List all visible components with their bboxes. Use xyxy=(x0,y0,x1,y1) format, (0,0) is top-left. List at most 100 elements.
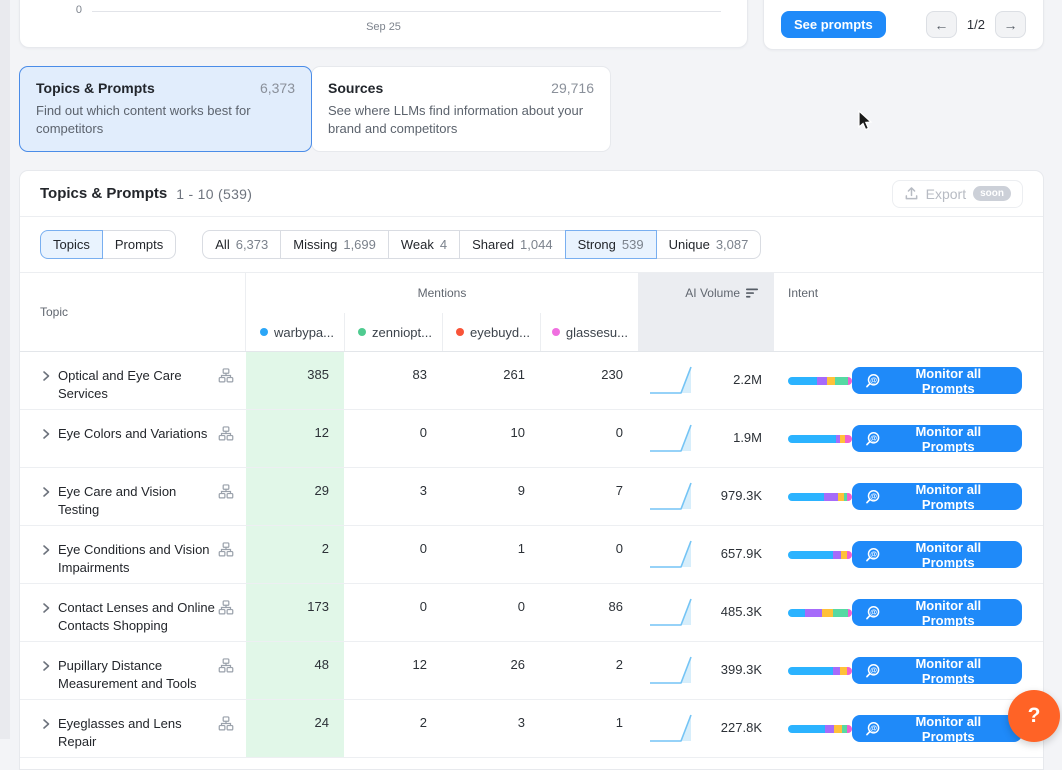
monitor-search-icon: @ xyxy=(865,489,881,505)
filter-chip-count: 1,699 xyxy=(343,237,376,252)
table-row: Optical and Eye Care Services 385 83 261… xyxy=(20,352,1043,410)
filter-chip-shared[interactable]: Shared 1,044 xyxy=(459,230,565,259)
expand-chevron-icon[interactable] xyxy=(38,717,54,731)
result-range: 1 - 10 (539) xyxy=(176,186,252,202)
filter-chip-prompts[interactable]: Prompts xyxy=(102,230,176,259)
table-row: Eye Colors and Variations 12 0 10 0 1.9M xyxy=(20,410,1043,468)
column-header-topic[interactable]: Topic xyxy=(20,273,246,351)
expand-chevron-icon[interactable] xyxy=(38,543,54,557)
intent-cell: @ Monitor all Prompts xyxy=(774,526,1043,583)
competitor-column-header[interactable]: eyebuyd... xyxy=(442,313,540,351)
intent-segment-pink xyxy=(847,551,852,559)
page-indicator: 1/2 xyxy=(967,17,985,32)
topic-hierarchy-icon[interactable] xyxy=(218,542,234,557)
ai-volume-value: 227.8K xyxy=(721,720,762,735)
tab-card-sources[interactable]: Sources 29,716 See where LLMs find infor… xyxy=(311,66,611,152)
svg-text:@: @ xyxy=(870,666,877,674)
competitor-column-header[interactable]: warbypa... xyxy=(246,313,344,351)
intent-cell: @ Monitor all Prompts xyxy=(774,410,1043,467)
topic-hierarchy-icon[interactable] xyxy=(218,658,234,673)
topic-hierarchy-icon[interactable] xyxy=(218,368,234,383)
topic-name[interactable]: Eye Colors and Variations xyxy=(54,425,218,443)
filter-chip-missing[interactable]: Missing 1,699 xyxy=(280,230,389,259)
svg-text:@: @ xyxy=(870,724,877,732)
see-prompts-button[interactable]: See prompts xyxy=(781,11,886,38)
trend-sparkline xyxy=(648,534,694,574)
topic-hierarchy-icon[interactable] xyxy=(218,600,234,615)
expand-chevron-icon[interactable] xyxy=(38,659,54,673)
chart-y-axis-zero-label: 0 xyxy=(58,4,82,16)
table-row: Contact Lenses and Online Contacts Shopp… xyxy=(20,584,1043,642)
monitor-all-prompts-button[interactable]: @ Monitor all Prompts xyxy=(852,657,1022,684)
monitor-button-label: Monitor all Prompts xyxy=(888,366,1009,396)
mentions-value: 1 xyxy=(442,526,540,583)
expand-chevron-icon[interactable] xyxy=(38,485,54,499)
monitor-search-icon: @ xyxy=(865,605,881,621)
topic-cell: Eye Conditions and Vision Impairments xyxy=(20,526,246,583)
mentions-value: 0 xyxy=(540,410,638,467)
expand-chevron-icon[interactable] xyxy=(38,427,54,441)
table-row: Eyeglasses and Lens Repair 24 2 3 1 227.… xyxy=(20,700,1043,758)
competitor-color-dot xyxy=(260,328,268,336)
filter-chip-unique[interactable]: Unique 3,087 xyxy=(656,230,762,259)
filter-chip-all[interactable]: All 6,373 xyxy=(202,230,281,259)
topic-name[interactable]: Pupillary Distance Measurement and Tools xyxy=(54,657,218,693)
topic-name[interactable]: Contact Lenses and Online Contacts Shopp… xyxy=(54,599,218,635)
monitor-all-prompts-button[interactable]: @ Monitor all Prompts xyxy=(852,483,1022,510)
ai-volume-cell: 399.3K xyxy=(638,642,774,699)
intent-segment-pink xyxy=(845,435,851,443)
help-button[interactable]: ? xyxy=(1008,690,1060,742)
intent-segment-blue xyxy=(788,725,825,733)
topic-name[interactable]: Eyeglasses and Lens Repair xyxy=(54,715,218,751)
ai-volume-cell: 227.8K xyxy=(638,700,774,757)
mentions-value: 12 xyxy=(246,410,344,467)
ai-volume-value: 657.9K xyxy=(721,546,762,561)
ai-volume-cell: 979.3K xyxy=(638,468,774,525)
topic-hierarchy-icon[interactable] xyxy=(218,484,234,499)
topic-name[interactable]: Eye Conditions and Vision Impairments xyxy=(54,541,218,577)
filter-chip-topics[interactable]: Topics xyxy=(40,230,103,259)
intent-segment-purple xyxy=(824,493,838,501)
filter-chip-weak[interactable]: Weak 4 xyxy=(388,230,460,259)
prev-page-button[interactable]: ← xyxy=(926,11,957,38)
panel-title: Topics & Prompts xyxy=(40,185,167,202)
competitor-color-dot xyxy=(358,328,366,336)
monitor-all-prompts-button[interactable]: @ Monitor all Prompts xyxy=(852,599,1022,626)
expand-chevron-icon[interactable] xyxy=(38,601,54,615)
monitor-button-label: Monitor all Prompts xyxy=(888,482,1009,512)
intent-segment-blue xyxy=(788,435,836,443)
competitor-column-header[interactable]: glassesu... xyxy=(540,313,638,351)
monitor-search-icon: @ xyxy=(865,547,881,563)
next-page-button[interactable]: → xyxy=(995,11,1026,38)
svg-text:@: @ xyxy=(870,550,877,558)
soon-badge: soon xyxy=(973,186,1011,201)
column-header-mentions: Mentions xyxy=(246,273,638,313)
monitor-all-prompts-button[interactable]: @ Monitor all Prompts xyxy=(852,425,1022,452)
svg-text:@: @ xyxy=(870,376,877,384)
topic-name[interactable]: Optical and Eye Care Services xyxy=(54,367,218,403)
topic-name[interactable]: Eye Care and Vision Testing xyxy=(54,483,218,519)
monitor-button-label: Monitor all Prompts xyxy=(888,714,1009,744)
filter-chip-strong[interactable]: Strong 539 xyxy=(565,230,657,259)
sort-descending-icon xyxy=(746,287,760,299)
monitor-all-prompts-button[interactable]: @ Monitor all Prompts xyxy=(852,715,1022,742)
tab-card-topics-prompts[interactable]: Topics & Prompts 6,373 Find out which co… xyxy=(19,66,312,152)
intent-distribution-bar xyxy=(788,493,852,501)
column-header-ai-volume[interactable]: AI Volume xyxy=(638,273,774,351)
expand-chevron-icon[interactable] xyxy=(38,369,54,383)
monitor-all-prompts-button[interactable]: @ Monitor all Prompts xyxy=(852,541,1022,568)
export-button[interactable]: Export soon xyxy=(892,180,1023,208)
tab-card-count: 29,716 xyxy=(551,80,594,96)
ai-volume-cell: 657.9K xyxy=(638,526,774,583)
monitor-button-label: Monitor all Prompts xyxy=(888,656,1009,686)
intent-segment-green xyxy=(833,609,848,617)
monitor-all-prompts-button[interactable]: @ Monitor all Prompts xyxy=(852,367,1022,394)
topic-cell: Pupillary Distance Measurement and Tools xyxy=(20,642,246,699)
competitor-column-header[interactable]: zenniopt... xyxy=(344,313,442,351)
intent-segment-purple xyxy=(817,377,828,385)
filter-chip-label: Prompts xyxy=(115,237,163,252)
topic-hierarchy-icon[interactable] xyxy=(218,426,234,441)
mentions-value: 48 xyxy=(246,642,344,699)
topic-hierarchy-icon[interactable] xyxy=(218,716,234,731)
help-label: ? xyxy=(1028,704,1041,728)
